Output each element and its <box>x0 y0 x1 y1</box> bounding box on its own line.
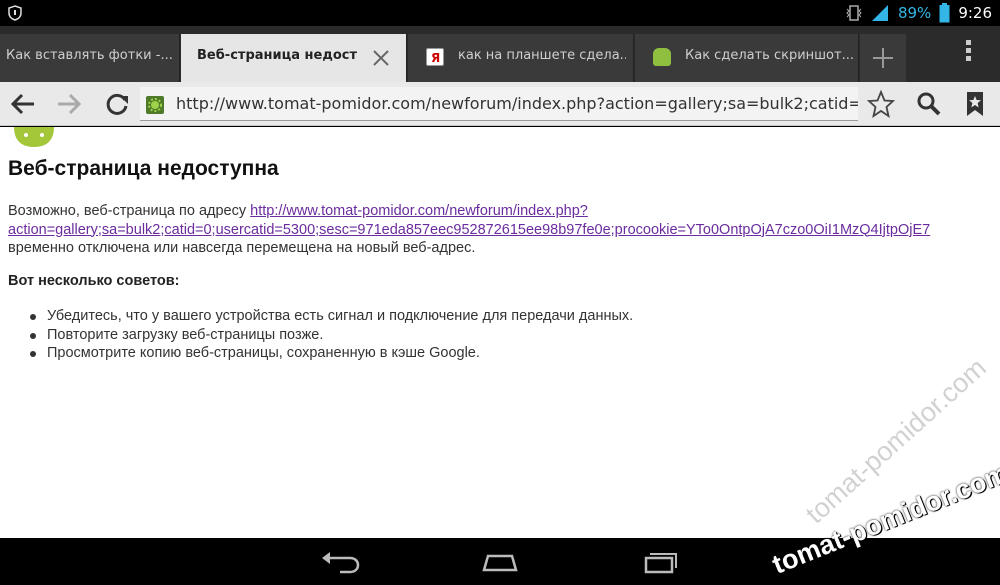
tips-list: Убедитесь, что у вашего устройства есть … <box>30 307 633 363</box>
tab-2[interactable]: Я как на планшете сдела... <box>408 34 634 82</box>
tab-label: как на планшете сдела... <box>458 48 626 63</box>
vibrate-icon <box>846 5 862 21</box>
tab-0[interactable]: Как вставлять фотки -... <box>0 34 180 82</box>
plus-icon <box>873 48 893 68</box>
new-tab-button[interactable] <box>860 34 906 82</box>
android-favicon-icon <box>653 48 671 66</box>
browser-toolbar: http://www.tomat-pomidor.com/newforum/in… <box>0 82 1000 126</box>
close-icon[interactable] <box>370 47 392 69</box>
android-robot-icon <box>14 127 54 147</box>
intro-suffix: временно отключена или навсегда перемеще… <box>8 240 476 256</box>
home-icon[interactable] <box>476 546 524 578</box>
battery-icon <box>939 3 950 23</box>
svg-text:Я: Я <box>431 51 440 65</box>
tab-label: Веб-страница недосту... <box>197 48 357 63</box>
search-icon[interactable] <box>912 88 946 120</box>
tab-strip: Как вставлять фотки -... Веб-страница не… <box>0 26 1000 82</box>
list-item: Убедитесь, что у вашего устройства есть … <box>30 307 633 326</box>
failed-url-link[interactable]: http://www.tomat-pomidor.com/newforum/in… <box>250 203 588 219</box>
reload-icon[interactable] <box>100 88 134 120</box>
gear-icon <box>148 98 162 112</box>
tab-3[interactable]: Как сделать скриншот... <box>635 34 859 82</box>
error-description: Возможно, веб-страница по адресу http://… <box>8 202 1000 258</box>
intro-prefix: Возможно, веб-страница по адресу <box>8 203 251 219</box>
list-item: Повторите загрузку веб-страницы позже. <box>30 326 633 345</box>
failed-url-link-continued[interactable]: action=gallery;sa=bulk2;catid=0;usercati… <box>8 222 930 238</box>
tab-active[interactable]: Веб-страница недосту... <box>181 34 407 82</box>
tips-heading: Вот несколько советов: <box>8 273 180 289</box>
signal-icon <box>871 5 888 21</box>
error-title: Веб-страница недоступна <box>8 157 279 180</box>
url-text[interactable]: http://www.tomat-pomidor.com/newforum/in… <box>176 94 858 113</box>
url-field[interactable]: http://www.tomat-pomidor.com/newforum/in… <box>140 87 858 121</box>
tab-label: Как вставлять фотки -... <box>6 48 173 63</box>
bookmark-star-icon[interactable] <box>864 88 898 120</box>
web-page: Веб-страница недоступна Возможно, веб-ст… <box>0 127 1000 538</box>
shield-notification-icon <box>8 5 22 21</box>
site-favicon-icon <box>146 96 164 114</box>
clock: 9:26 <box>958 4 992 22</box>
forward-arrow-icon[interactable] <box>52 88 86 120</box>
yandex-favicon-icon: Я <box>426 48 444 66</box>
back-icon[interactable] <box>318 546 366 578</box>
bookmarks-icon[interactable] <box>958 88 992 120</box>
battery-percent: 89% <box>897 4 932 22</box>
list-item: Просмотрите копию веб-страницы, сохранен… <box>30 344 633 363</box>
overflow-menu-icon[interactable] <box>958 40 978 68</box>
back-arrow-icon[interactable] <box>6 88 40 120</box>
recent-apps-icon[interactable] <box>636 546 684 578</box>
yandex-y-icon: Я <box>431 51 440 65</box>
tab-label: Как сделать скриншот... <box>685 48 853 63</box>
status-bar: 89% 9:26 <box>0 0 1000 26</box>
